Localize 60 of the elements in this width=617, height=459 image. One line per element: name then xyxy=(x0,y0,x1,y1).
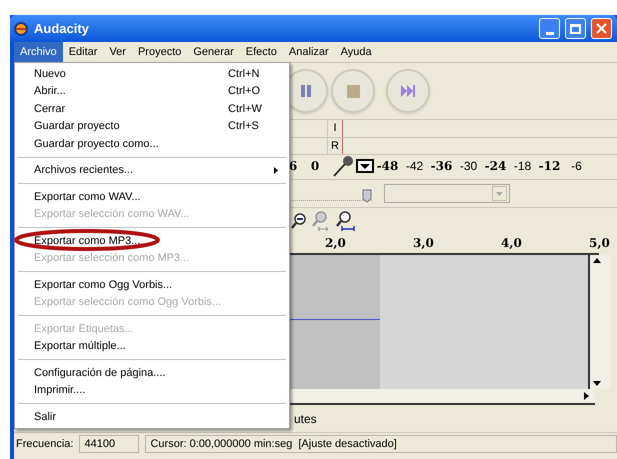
ruler-label: 4,0 xyxy=(501,235,522,252)
menu-item[interactable]: Ver xyxy=(103,42,132,62)
menu-item[interactable]: Ayuda xyxy=(334,42,378,62)
menu-item[interactable]: Generar xyxy=(187,42,240,62)
menu-option[interactable]: Archivos recientes... xyxy=(18,162,286,179)
app-icon xyxy=(13,20,29,36)
meter-scale-label: -12 xyxy=(538,158,562,175)
menu-option[interactable]: Guardar proyecto Ctrl+S xyxy=(18,118,286,135)
meter-scale-label: -18 xyxy=(512,158,532,175)
cursor-text: Cursor: 0:00,000000 min:seg xyxy=(150,436,292,452)
channel-label: I xyxy=(332,121,338,136)
menu-item[interactable]: Efecto xyxy=(240,42,283,62)
menu-option[interactable]: Guardar proyecto como... xyxy=(18,135,286,152)
menu-option[interactable]: Configuración de página.... xyxy=(18,364,286,382)
meter-scale-label: -42 xyxy=(404,158,424,175)
menu-item[interactable]: Editar xyxy=(62,42,104,62)
menu-option[interactable]: Exportar como MP3... xyxy=(18,232,286,250)
close-icon xyxy=(596,23,607,34)
menu-item[interactable]: Proyecto xyxy=(132,42,188,62)
ruler-label: 2,0 xyxy=(325,235,346,252)
menu-option[interactable]: Abrir... Ctrl+O xyxy=(18,82,286,100)
maximize-button[interactable] xyxy=(565,18,586,39)
skip-to-end-icon xyxy=(401,85,415,97)
rate-field[interactable]: 44100 xyxy=(79,435,140,453)
menu-option[interactable]: Exportar múltiple... xyxy=(18,338,286,355)
menu-option[interactable]: Exportar como WAV... xyxy=(18,188,286,206)
scroll-right-arrow-icon[interactable] xyxy=(584,392,589,400)
slider-thumb[interactable] xyxy=(362,186,372,202)
menu-item[interactable]: Archivo xyxy=(14,42,63,62)
track-footer-text: utes xyxy=(294,410,317,428)
scroll-up-arrow-icon[interactable] xyxy=(593,258,601,263)
ruler-label: 3,0 xyxy=(413,235,434,252)
menu-option[interactable]: Cerrar Ctrl+W xyxy=(18,100,286,118)
meter-scale-label: -24 xyxy=(484,158,508,175)
ruler-label: 5,0 xyxy=(589,235,610,252)
menu-option[interactable]: Salir xyxy=(18,408,286,426)
snap-status: [Ajuste desactivado] xyxy=(298,436,397,452)
vertical-scrollbar[interactable] xyxy=(590,255,610,389)
window-title: Audacity xyxy=(34,20,89,38)
menu-option[interactable]: Exportar como Ogg Vorbis... xyxy=(18,276,286,294)
zoom-selection-icon[interactable] xyxy=(334,210,356,232)
skip-to-end-button[interactable] xyxy=(386,69,430,113)
meter-scale-label: -30 xyxy=(458,158,478,175)
menu-option[interactable]: Nuevo Ctrl+N xyxy=(18,65,286,82)
device-dropdown[interactable] xyxy=(384,184,510,203)
meter-scale-label: 0 xyxy=(310,158,320,175)
scroll-down-arrow-icon[interactable] xyxy=(593,381,601,386)
menu-item[interactable]: Analizar xyxy=(282,42,335,62)
minimize-button[interactable] xyxy=(539,18,560,39)
channel-label: R xyxy=(330,138,340,154)
meter-scale-label: -6 xyxy=(570,158,583,175)
microphone-icon[interactable] xyxy=(332,155,356,177)
menu-option[interactable]: Imprimir.... xyxy=(18,382,286,399)
caret-icon xyxy=(496,192,503,196)
meter-scale-label: -36 xyxy=(430,158,454,175)
close-button[interactable] xyxy=(591,18,612,39)
meter-scale-label: 6 xyxy=(288,158,298,175)
rate-label: Frecuencia: xyxy=(16,436,74,452)
zoom-out-icon[interactable] xyxy=(290,212,308,230)
meter-scale-label: -48 xyxy=(376,158,400,175)
